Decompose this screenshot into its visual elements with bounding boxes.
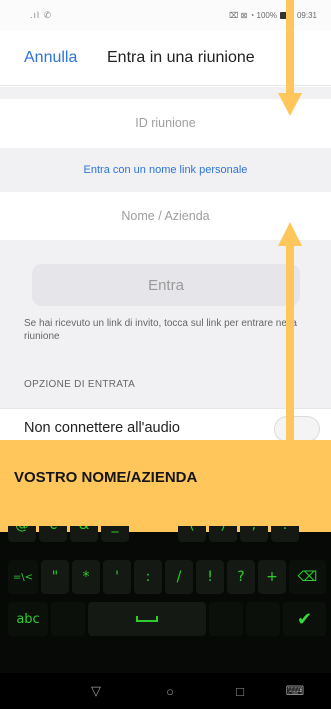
key[interactable]: & [70,526,98,542]
recents-icon[interactable]: □ [220,673,260,709]
on-screen-keyboard: @ € & _ ( ) ; . =\< " * ' : / ! ? + ⌫ ab… [0,526,331,709]
key[interactable]: ! [196,560,224,594]
join-options-heading: OPZIONE DI ENTRATA [24,379,136,390]
status-icons: ⌧ ⊠ ◔ 100% [229,10,277,20]
keyboard-row-symbols: =\< " * ' : / ! ? + ⌫ [8,560,326,594]
back-icon[interactable]: ▽ [76,673,116,709]
arrow-up-icon [278,222,302,444]
navigation-bar: ▽ ○ □ ⌨ [0,673,331,709]
key[interactable]: : [134,560,162,594]
personal-link-name-link[interactable]: Entra con un nome link personale [0,148,331,192]
arrow-down-icon [278,0,302,116]
key-more-symbols[interactable]: =\< [8,560,38,594]
key[interactable]: " [41,560,69,594]
key[interactable]: ( [178,526,206,542]
key-blank[interactable] [246,602,280,636]
no-audio-label: Non connettere all'audio [24,420,180,436]
meeting-id-input[interactable] [0,116,331,130]
key[interactable]: / [165,560,193,594]
keyboard-icon[interactable]: ⌨ [275,673,315,709]
annotation-text: VOSTRO NOME/AZIENDA [14,469,198,486]
home-icon[interactable]: ○ [150,673,190,709]
keyboard-row-partial: @ € & _ ( ) ; . [8,526,326,542]
key[interactable]: . [271,526,299,542]
name-company-input[interactable] [0,209,331,223]
backspace-icon[interactable]: ⌫ [289,560,326,594]
key[interactable]: + [258,560,286,594]
annotation-banner: VOSTRO NOME/AZIENDA [0,440,331,532]
cancel-button[interactable]: Annulla [24,49,77,67]
signal-icon: ⁠.ıl ✆ [30,9,53,20]
page-title: Entra in una riunione [107,48,255,66]
space-icon [136,616,158,622]
key[interactable]: ; [240,526,268,542]
key[interactable]: € [39,526,67,542]
key[interactable]: ) [209,526,237,542]
enter-check-icon[interactable]: ✔ [283,602,326,636]
key[interactable]: * [72,560,100,594]
spacebar[interactable] [88,602,206,636]
key-blank[interactable] [51,602,85,636]
keyboard-row-bottom: abc ✔ [8,602,326,636]
key[interactable]: ' [103,560,131,594]
key[interactable]: ? [227,560,255,594]
key[interactable]: _ [101,526,129,542]
status-indicators: ⌧ ⊠ ◔ 100% 09:31 [229,11,317,20]
join-button[interactable]: Entra [32,264,300,306]
key-blank[interactable] [209,602,243,636]
key[interactable]: @ [8,526,36,542]
abc-mode-key[interactable]: abc [8,602,48,636]
